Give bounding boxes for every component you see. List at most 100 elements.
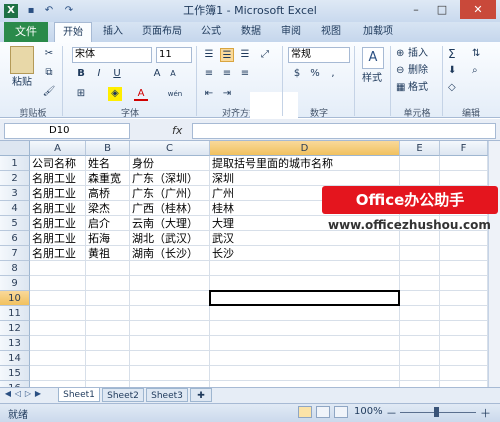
column-header-c[interactable]: C xyxy=(130,141,210,156)
row-header-6[interactable]: 6 xyxy=(0,231,30,246)
minimize-button[interactable]: – xyxy=(404,0,428,19)
zoom-slider-thumb[interactable] xyxy=(434,407,439,417)
zoom-out-button[interactable]: － xyxy=(386,405,397,421)
sheet-tab-3[interactable]: Sheet3 xyxy=(146,388,188,402)
vertical-scrollbar[interactable] xyxy=(488,141,500,387)
grow-font-button[interactable]: A xyxy=(150,67,164,81)
fill-color-icon[interactable]: ◈ xyxy=(108,87,122,101)
row-header-3[interactable]: 3 xyxy=(0,186,30,201)
cell-d1[interactable]: 提取括号里面的城市名称 xyxy=(210,156,400,171)
new-sheet-icon[interactable]: ✚ xyxy=(190,388,212,402)
cell-d7[interactable]: 长沙 xyxy=(210,246,400,261)
select-all-corner[interactable] xyxy=(0,141,30,156)
bold-button[interactable]: B xyxy=(74,67,88,81)
currency-button[interactable]: $ xyxy=(290,67,304,81)
italic-button[interactable]: I xyxy=(92,67,106,81)
first-sheet-icon[interactable]: ◀ xyxy=(4,389,12,398)
font-size-select[interactable]: 11 xyxy=(156,47,192,63)
row-header-4[interactable]: 4 xyxy=(0,201,30,216)
zoom-in-button[interactable]: ＋ xyxy=(480,405,491,421)
last-sheet-icon[interactable]: ▶ xyxy=(34,389,42,398)
tab-data[interactable]: 数据 xyxy=(234,22,268,42)
styles-icon[interactable]: A xyxy=(362,47,384,69)
page-layout-view-icon[interactable] xyxy=(316,406,330,418)
column-header-f[interactable]: F xyxy=(440,141,488,156)
fill-icon[interactable]: ⬇ xyxy=(448,64,456,78)
row-header-10[interactable]: 10 xyxy=(0,291,30,306)
worksheet-grid[interactable]: ABCDEF12345678910111213141516公司名称姓名身份提取括… xyxy=(0,141,488,387)
number-format-select[interactable]: 常规 xyxy=(288,47,350,63)
align-middle-icon[interactable]: ☰ xyxy=(220,48,234,62)
row-header-8[interactable]: 8 xyxy=(0,261,30,276)
zoom-level[interactable]: 100% xyxy=(354,406,383,417)
border-icon[interactable]: ⊞ xyxy=(74,87,88,101)
row-header-11[interactable]: 11 xyxy=(0,306,30,321)
delete-cells-button[interactable]: 删除 xyxy=(408,64,428,78)
paste-button[interactable]: 粘贴 xyxy=(12,76,32,90)
tab-addins[interactable]: 加载项 xyxy=(354,22,402,42)
column-header-e[interactable]: E xyxy=(400,141,440,156)
tab-home[interactable]: 开始 xyxy=(54,22,92,42)
align-center-icon[interactable]: ≡ xyxy=(220,67,234,81)
row-header-9[interactable]: 9 xyxy=(0,276,30,291)
align-bottom-icon[interactable]: ☰ xyxy=(238,48,252,62)
format-painter-icon[interactable]: 🖌 xyxy=(42,85,56,99)
styles-button[interactable]: 样式 xyxy=(362,72,382,86)
percent-button[interactable]: % xyxy=(308,67,322,81)
row-header-12[interactable]: 12 xyxy=(0,321,30,336)
row-header-1[interactable]: 1 xyxy=(0,156,30,171)
row-header-5[interactable]: 5 xyxy=(0,216,30,231)
find-icon[interactable]: ⌕ xyxy=(472,64,478,78)
insert-function-button[interactable]: fx xyxy=(172,123,192,139)
row-header-15[interactable]: 15 xyxy=(0,366,30,381)
column-header-a[interactable]: A xyxy=(30,141,86,156)
orientation-icon[interactable]: ⤢ xyxy=(258,48,272,62)
selected-cell-d10[interactable] xyxy=(209,290,400,306)
increase-indent-icon[interactable]: ⇥ xyxy=(220,87,234,101)
underline-button[interactable]: U xyxy=(110,67,124,81)
phonetic-guide-button[interactable]: wén xyxy=(164,87,186,101)
shrink-font-button[interactable]: A xyxy=(166,67,180,81)
clear-icon[interactable]: ◇ xyxy=(448,81,456,95)
column-header-d[interactable]: D xyxy=(210,141,400,156)
align-left-icon[interactable]: ≡ xyxy=(202,67,216,81)
normal-view-icon[interactable] xyxy=(298,406,312,418)
page-break-view-icon[interactable] xyxy=(334,406,348,418)
insert-cells-icon[interactable]: ⊕ xyxy=(396,47,404,61)
align-top-icon[interactable]: ☰ xyxy=(202,48,216,62)
format-cells-button[interactable]: 格式 xyxy=(408,81,428,95)
cell-d6[interactable]: 武汉 xyxy=(210,231,400,246)
sheet-tab-1[interactable]: Sheet1 xyxy=(58,388,100,402)
sort-filter-icon[interactable]: ⇅ xyxy=(472,47,480,61)
tab-file[interactable]: 文件 xyxy=(4,22,48,42)
font-name-select[interactable]: 宋体 xyxy=(72,47,152,63)
cell-d2[interactable]: 深圳 xyxy=(210,171,400,186)
tab-page-layout[interactable]: 页面布局 xyxy=(134,22,190,42)
name-box[interactable]: D10 xyxy=(4,123,130,139)
prev-sheet-icon[interactable]: ◁ xyxy=(14,389,22,398)
close-button[interactable]: ✕ xyxy=(460,0,496,19)
formula-input[interactable] xyxy=(192,123,496,139)
delete-cells-icon[interactable]: ⊖ xyxy=(396,64,404,78)
sheet-tab-2[interactable]: Sheet2 xyxy=(102,388,144,402)
align-right-icon[interactable]: ≡ xyxy=(238,67,252,81)
maximize-button[interactable]: □ xyxy=(430,0,454,19)
autosum-button[interactable]: Σ xyxy=(448,47,456,61)
format-cells-icon[interactable]: ▦ xyxy=(396,81,405,95)
comma-button[interactable]: , xyxy=(326,67,340,81)
decrease-indent-icon[interactable]: ⇤ xyxy=(202,87,216,101)
tab-review[interactable]: 审阅 xyxy=(274,22,308,42)
font-color-button[interactable]: A xyxy=(134,87,148,101)
copy-icon[interactable]: ⧉ xyxy=(42,66,56,80)
row-header-14[interactable]: 14 xyxy=(0,351,30,366)
tab-insert[interactable]: 插入 xyxy=(96,22,130,42)
row-header-2[interactable]: 2 xyxy=(0,171,30,186)
insert-cells-button[interactable]: 插入 xyxy=(408,47,428,61)
tab-formulas[interactable]: 公式 xyxy=(194,22,228,42)
cut-icon[interactable]: ✂ xyxy=(42,47,56,61)
paste-icon[interactable] xyxy=(10,46,34,74)
tab-view[interactable]: 视图 xyxy=(314,22,348,42)
column-header-b[interactable]: B xyxy=(86,141,130,156)
row-header-13[interactable]: 13 xyxy=(0,336,30,351)
next-sheet-icon[interactable]: ▷ xyxy=(24,389,32,398)
